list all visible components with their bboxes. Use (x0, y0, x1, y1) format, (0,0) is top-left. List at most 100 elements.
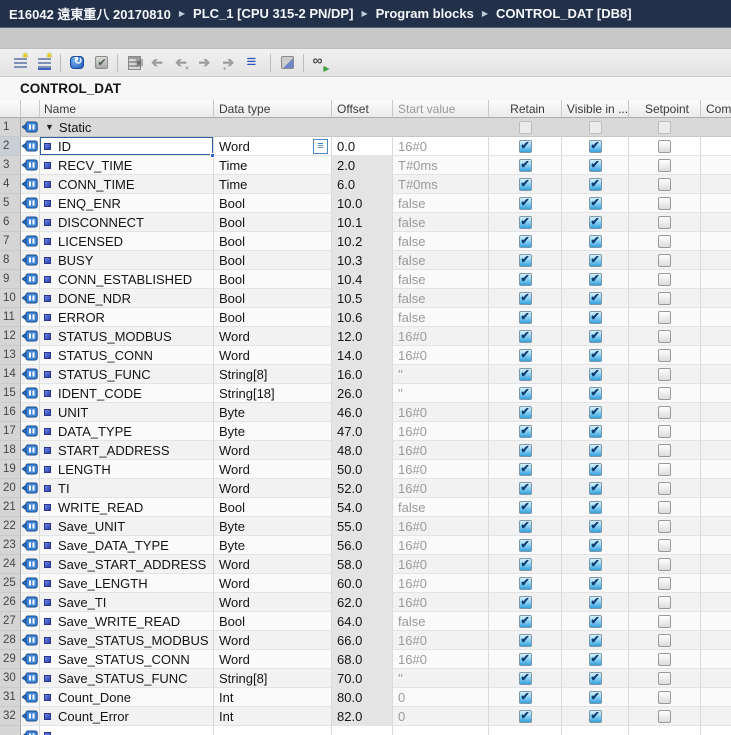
retain-checkbox[interactable]: ✔ (518, 671, 532, 685)
setpoint-checkbox[interactable] (658, 348, 671, 362)
visible-checkbox[interactable]: ✔ (588, 500, 602, 514)
column-header-offset[interactable]: Offset (332, 100, 393, 118)
setpoint-checkbox[interactable] (658, 329, 671, 343)
retain-checkbox[interactable]: ✔ (518, 500, 532, 514)
setpoint-checkbox[interactable] (658, 462, 671, 476)
setpoint-checkbox[interactable] (658, 139, 671, 153)
var-name-cell[interactable]: CONN_TIME (40, 175, 214, 194)
var-start-value-cell[interactable]: false (393, 612, 489, 631)
var-type-cell[interactable]: Byte (214, 422, 332, 441)
setpoint-checkbox[interactable] (658, 405, 671, 419)
var-name-cell[interactable]: BUSY (40, 251, 214, 270)
var-start-value-cell[interactable]: false (393, 213, 489, 232)
retain-checkbox[interactable]: ✔ (518, 576, 532, 590)
setpoint-checkbox[interactable] (658, 481, 671, 495)
visible-checkbox[interactable]: ✔ (588, 557, 602, 571)
var-type-cell[interactable]: Int (214, 688, 332, 707)
var-type-cell[interactable]: Bool (214, 251, 332, 270)
var-start-value-cell[interactable]: 16#0 (393, 479, 489, 498)
var-type-cell[interactable]: Word (214, 327, 332, 346)
var-name-cell[interactable]: LICENSED (40, 232, 214, 251)
var-name-cell[interactable]: Count_Done (40, 688, 214, 707)
column-header-visible[interactable]: Visible in ... (562, 100, 629, 118)
retain-checkbox[interactable]: ✔ (518, 538, 532, 552)
visible-checkbox[interactable]: ✔ (588, 519, 602, 533)
var-name-cell[interactable]: UNIT (40, 403, 214, 422)
var-type-cell[interactable]: Bool (214, 270, 332, 289)
var-comment-cell[interactable] (701, 555, 731, 574)
var-type-cell[interactable]: String[8] (214, 365, 332, 384)
var-name-cell[interactable]: DISCONNECT (40, 213, 214, 232)
retain-checkbox[interactable]: ✔ (518, 253, 532, 267)
setpoint-checkbox[interactable] (658, 291, 671, 305)
var-name-cell[interactable]: ENQ_ENR (40, 194, 214, 213)
setpoint-checkbox[interactable] (658, 614, 671, 628)
var-start-value-cell[interactable]: '' (393, 384, 489, 403)
var-type-cell[interactable]: Byte (214, 403, 332, 422)
var-start-value-cell[interactable]: 0 (393, 707, 489, 726)
visible-checkbox[interactable]: ✔ (588, 614, 602, 628)
var-name-cell[interactable]: STATUS_MODBUS (40, 327, 214, 346)
var-comment-cell[interactable] (701, 612, 731, 631)
var-name-cell[interactable]: RECV_TIME (40, 156, 214, 175)
var-comment-cell[interactable] (701, 479, 731, 498)
setpoint-checkbox[interactable] (658, 367, 671, 381)
var-start-value-cell[interactable]: 16#0 (393, 346, 489, 365)
var-comment-cell[interactable] (701, 251, 731, 270)
var-type-cell[interactable]: Bool (214, 232, 332, 251)
var-type-cell[interactable]: Bool (214, 213, 332, 232)
var-type-cell[interactable]: Bool (214, 194, 332, 213)
retain-checkbox[interactable]: ✔ (518, 348, 532, 362)
visible-checkbox[interactable]: ✔ (588, 367, 602, 381)
var-type-cell[interactable]: Word (214, 631, 332, 650)
retain-checkbox[interactable]: ✔ (518, 196, 532, 210)
setpoint-checkbox[interactable] (658, 424, 671, 438)
var-name-cell[interactable]: Count_Error (40, 707, 214, 726)
var-type-cell[interactable]: Word (214, 346, 332, 365)
copy-snapshots-button[interactable] (122, 52, 146, 74)
visible-checkbox[interactable]: ✔ (588, 671, 602, 685)
update-interface-button[interactable] (275, 52, 299, 74)
retain-checkbox[interactable]: ✔ (518, 519, 532, 533)
expand-members-button[interactable] (242, 52, 266, 74)
visible-checkbox[interactable]: ✔ (588, 405, 602, 419)
var-type-cell[interactable]: Bool (214, 308, 332, 327)
var-start-value-cell[interactable]: 16#0 (393, 403, 489, 422)
retain-checkbox[interactable]: ✔ (518, 272, 532, 286)
var-type-cell[interactable]: Word (214, 479, 332, 498)
retain-checkbox[interactable]: ✔ (518, 234, 532, 248)
visible-checkbox[interactable]: ✔ (588, 595, 602, 609)
var-type-cell[interactable]: Word (214, 574, 332, 593)
setpoint-checkbox[interactable] (658, 652, 671, 666)
var-comment-cell[interactable] (701, 669, 731, 688)
keep-actual-values-button[interactable] (65, 52, 89, 74)
monitor-all-button[interactable] (308, 52, 332, 74)
var-start-value-cell[interactable]: 16#0 (393, 422, 489, 441)
var-comment-cell[interactable] (701, 631, 731, 650)
retain-checkbox[interactable] (518, 120, 532, 134)
var-start-value-cell[interactable]: T#0ms (393, 156, 489, 175)
collapse-arrow-icon[interactable]: ▼ (45, 122, 54, 132)
visible-checkbox[interactable]: ✔ (588, 443, 602, 457)
var-comment-cell[interactable] (701, 346, 731, 365)
var-comment-cell[interactable] (701, 574, 731, 593)
visible-checkbox[interactable]: ✔ (588, 234, 602, 248)
visible-checkbox[interactable]: ✔ (588, 652, 602, 666)
var-type-cell[interactable]: Word ≡ (214, 137, 332, 156)
setpoint-checkbox[interactable] (658, 709, 671, 723)
var-name-cell[interactable]: Save_STATUS_MODBUS (40, 631, 214, 650)
setpoint-checkbox[interactable] (658, 671, 671, 685)
visible-checkbox[interactable]: ✔ (588, 481, 602, 495)
datatype-dropdown-button[interactable]: ≡ (313, 139, 328, 154)
retain-checkbox[interactable]: ✔ (518, 139, 532, 153)
retain-checkbox[interactable]: ✔ (518, 386, 532, 400)
setpoint-checkbox[interactable] (658, 234, 671, 248)
retain-checkbox[interactable]: ✔ (518, 443, 532, 457)
var-comment-cell[interactable] (701, 517, 731, 536)
var-type-cell[interactable]: Time (214, 175, 332, 194)
visible-checkbox[interactable] (588, 120, 602, 134)
visible-checkbox[interactable]: ✔ (588, 386, 602, 400)
var-comment-cell[interactable] (701, 270, 731, 289)
column-header-comment[interactable]: Com (701, 100, 731, 118)
column-header-type[interactable]: Data type (214, 100, 332, 118)
